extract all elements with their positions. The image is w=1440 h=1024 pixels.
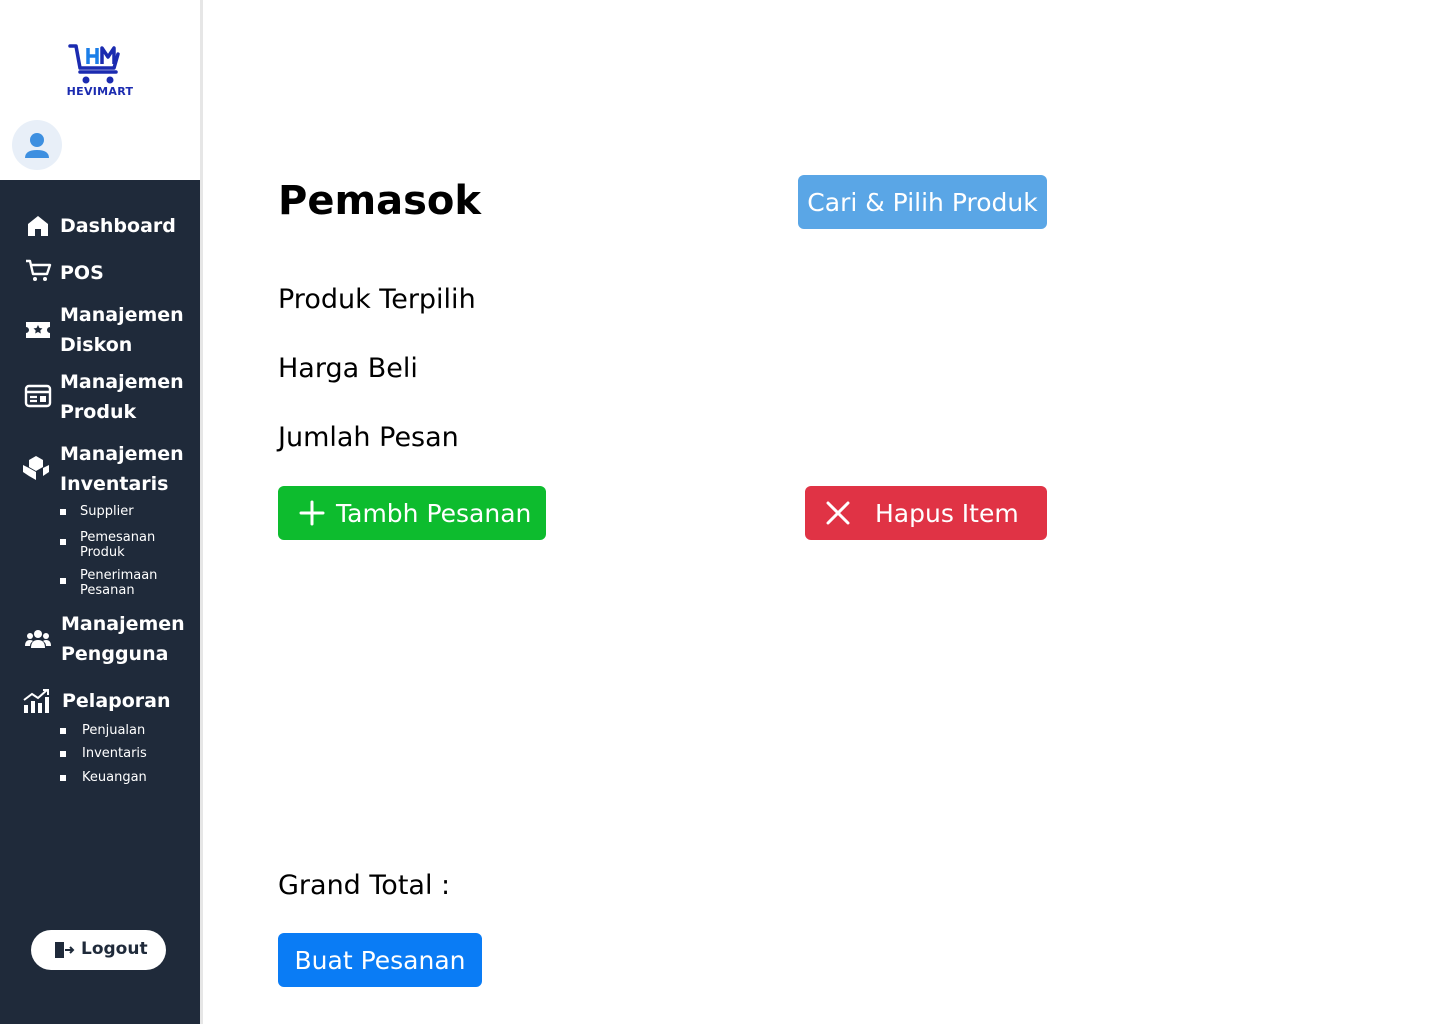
- button-label: Hapus Item: [875, 498, 1019, 528]
- sidebar-item-label: Dashboard: [60, 215, 176, 237]
- submenu-item-supplier[interactable]: Supplier: [60, 504, 190, 520]
- sidebar-item-pos[interactable]: POS: [0, 258, 200, 288]
- submenu-item-label: Pemesanan Produk: [80, 530, 156, 560]
- sidebar-item-label: Manajemen Inventaris: [60, 443, 184, 495]
- submenu-item-product-orders[interactable]: Pemesanan Produk: [60, 530, 190, 562]
- bullet: [60, 751, 66, 757]
- submenu-item-inventory-report[interactable]: Inventaris: [60, 746, 190, 762]
- page-title: Pemasok: [278, 178, 482, 224]
- button-label: Tambh Pesanan: [336, 498, 532, 528]
- plus-icon: [299, 500, 325, 526]
- submenu-item-label: Penjualan: [82, 723, 146, 738]
- cart-icon: [26, 259, 52, 281]
- selected-product-label: Produk Terpilih: [278, 284, 476, 315]
- sidebar-item-users[interactable]: Manajemen Pengguna: [0, 609, 200, 669]
- search-select-product-button[interactable]: Cari & Pilih Produk: [798, 175, 1047, 229]
- app-root: HEVIMART Dashboard POS Manajemen Diskon …: [0, 0, 1440, 1024]
- bullet: [60, 509, 66, 515]
- logout-button[interactable]: Logout: [31, 930, 166, 970]
- sidebar-item-label: Pelaporan: [62, 690, 171, 712]
- submenu-item-label: Supplier: [80, 504, 134, 519]
- sidebar-item-label: Manajemen Pengguna: [61, 613, 185, 665]
- create-order-button[interactable]: Buat Pesanan: [278, 933, 482, 987]
- sidebar-item-reports[interactable]: Pelaporan: [0, 686, 200, 716]
- purchase-price-label: Harga Beli: [278, 353, 418, 384]
- submenu-item-order-receipts[interactable]: Penerimaan Pesanan: [60, 568, 190, 600]
- logout-icon: [55, 942, 75, 958]
- sidebar-item-dashboard[interactable]: Dashboard: [0, 211, 200, 241]
- user-icon: [25, 133, 49, 158]
- grand-total-label: Grand Total :: [278, 870, 451, 901]
- avatar[interactable]: [12, 120, 62, 170]
- sidebar-item-inventory[interactable]: Manajemen Inventaris: [0, 439, 200, 499]
- submenu-item-finance[interactable]: Keuangan: [60, 770, 190, 786]
- ticket-icon: [26, 322, 50, 338]
- button-label: Cari & Pilih Produk: [807, 187, 1038, 217]
- boxes-icon: [23, 456, 49, 480]
- sidebar-header: HEVIMART: [0, 0, 200, 180]
- submenu-item-sales[interactable]: Penjualan: [60, 723, 190, 739]
- home-icon: [28, 216, 48, 236]
- submenu-item-label: Penerimaan Pesanan: [80, 568, 158, 598]
- chart-icon: [23, 689, 49, 713]
- submenu-item-label: Inventaris: [82, 746, 147, 761]
- bullet: [60, 539, 66, 545]
- logout-label: Logout: [81, 939, 148, 959]
- sidebar-divider: [200, 0, 203, 1024]
- sidebar-item-products[interactable]: Manajemen Produk: [0, 367, 200, 427]
- sidebar-item-label: Manajemen Diskon: [60, 304, 184, 356]
- sidebar: HEVIMART Dashboard POS Manajemen Diskon …: [0, 0, 200, 1024]
- product-card-icon: [24, 384, 52, 408]
- sidebar-item-discount[interactable]: Manajemen Diskon: [0, 300, 200, 360]
- add-order-button[interactable]: Tambh Pesanan: [278, 486, 546, 540]
- close-icon: [826, 501, 850, 525]
- button-label: Buat Pesanan: [294, 945, 466, 975]
- bullet: [60, 775, 66, 781]
- hevimart-logo: HEVIMART: [60, 42, 140, 104]
- sidebar-item-label: POS: [60, 262, 104, 284]
- order-quantity-label: Jumlah Pesan: [278, 422, 459, 453]
- bullet: [60, 728, 66, 734]
- logo-text: HEVIMART: [66, 85, 134, 98]
- users-icon: [25, 630, 51, 648]
- sidebar-item-label: Manajemen Produk: [60, 371, 184, 423]
- delete-item-button[interactable]: Hapus Item: [805, 486, 1047, 540]
- submenu-item-label: Keuangan: [82, 770, 147, 785]
- bullet: [60, 578, 66, 584]
